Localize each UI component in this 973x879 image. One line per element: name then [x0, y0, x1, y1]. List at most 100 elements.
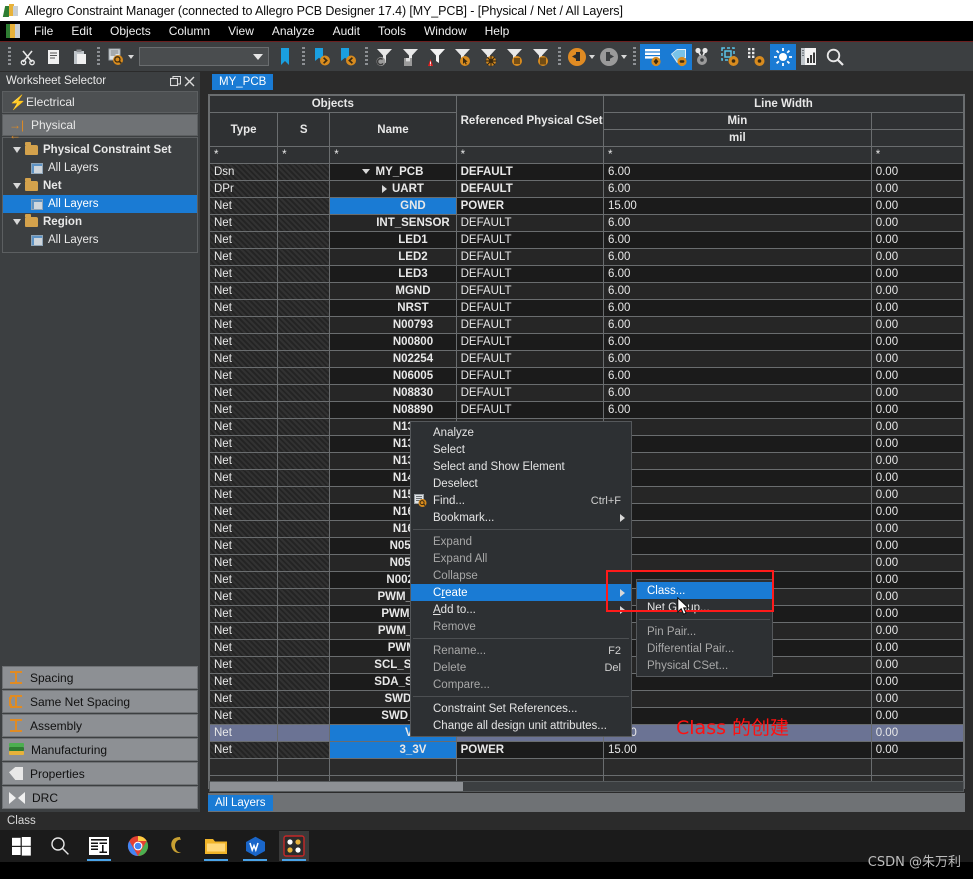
filter-type[interactable]: *	[209, 146, 279, 164]
category-same-net-spacing[interactable]: Same Net Spacing	[2, 690, 198, 713]
cell-s[interactable]	[277, 673, 331, 691]
header-min-extra[interactable]	[870, 112, 964, 130]
cell-name[interactable]: LED1	[329, 231, 457, 249]
table-row[interactable]: Net N06005 DEFAULT 6.00 0.00	[209, 367, 964, 385]
filter-save-icon[interactable]	[398, 44, 424, 70]
header-s[interactable]: S	[277, 112, 331, 147]
header-min[interactable]: Min	[603, 112, 872, 130]
cell-referenced-cset[interactable]: DEFAULT	[455, 299, 605, 317]
cell-line-width-extra[interactable]: 0.00	[870, 639, 964, 657]
table-row[interactable]: Net LED1 DEFAULT 6.00 0.00	[209, 231, 964, 249]
find-combo-input[interactable]	[139, 47, 269, 66]
chevron-down-icon[interactable]	[13, 147, 21, 153]
cell-type[interactable]: Net	[209, 554, 279, 572]
cell-referenced-cset[interactable]: DEFAULT	[455, 316, 605, 334]
cell-line-width-extra[interactable]: 0.00	[870, 197, 964, 215]
cell-line-width-extra[interactable]: 0.00	[870, 707, 964, 725]
cell-type[interactable]: Net	[209, 469, 279, 487]
cell-type[interactable]: Net	[209, 622, 279, 640]
ime-icon[interactable]	[84, 831, 114, 861]
cell-line-width-min[interactable]: 6.00	[603, 299, 872, 317]
folder-icon[interactable]	[201, 831, 231, 861]
cell-name[interactable]: NRST	[329, 299, 457, 317]
cell-line-width-extra[interactable]: 0.00	[870, 299, 964, 317]
cell-s[interactable]	[277, 350, 331, 368]
cell-empty[interactable]	[277, 758, 331, 776]
cell-type[interactable]: Net	[209, 265, 279, 283]
cell-s[interactable]	[277, 588, 331, 606]
cell-referenced-cset[interactable]: POWER	[455, 741, 605, 759]
cell-line-width-min[interactable]: 6.00	[603, 180, 872, 198]
toolbar-grip-4[interactable]	[365, 46, 368, 67]
submenu-item-net-group[interactable]: Net Group...	[637, 599, 772, 616]
menu-item-constraint-set-references[interactable]: Constraint Set References...	[411, 700, 631, 717]
menu-item-find[interactable]: Find... Ctrl+F	[411, 492, 631, 509]
filter-name[interactable]: *	[329, 146, 457, 164]
toolbar-grip-3[interactable]	[302, 46, 305, 67]
menu-window[interactable]: Window	[415, 22, 476, 40]
submenu-item-pin-pair[interactable]: Pin Pair...	[637, 623, 772, 640]
cut-icon[interactable]	[15, 44, 41, 70]
tree-item-pcs-all-layers[interactable]: All Layers	[3, 159, 197, 177]
cell-s[interactable]	[277, 265, 331, 283]
cell-name[interactable]: INT_SENSOR	[329, 214, 457, 232]
cell-type[interactable]: Net	[209, 741, 279, 759]
submenu-item-differential-pair[interactable]: Differential Pair...	[637, 640, 772, 657]
cell-empty[interactable]	[455, 758, 605, 776]
menu-item-select-and-show-element[interactable]: Select and Show Element	[411, 458, 631, 475]
cell-s[interactable]	[277, 163, 331, 181]
cell-referenced-cset[interactable]: DEFAULT	[455, 265, 605, 283]
table-row[interactable]: Net 3_3V POWER 15.00 0.00	[209, 741, 964, 759]
cell-referenced-cset[interactable]: DEFAULT	[455, 163, 605, 181]
cell-line-width-min[interactable]: 6.00	[603, 401, 872, 419]
filter-settings-icon[interactable]	[476, 44, 502, 70]
redo-icon[interactable]	[597, 44, 623, 70]
cell-referenced-cset[interactable]: DEFAULT	[455, 248, 605, 266]
cell-referenced-cset[interactable]: DEFAULT	[455, 231, 605, 249]
cell-line-width-extra[interactable]: 0.00	[870, 537, 964, 555]
cell-line-width-extra[interactable]: 0.00	[870, 571, 964, 589]
cell-line-width-extra[interactable]: 0.00	[870, 333, 964, 351]
menu-view[interactable]: View	[219, 22, 263, 40]
menu-file[interactable]: File	[25, 22, 62, 40]
table-row[interactable]: Net NRST DEFAULT 6.00 0.00	[209, 299, 964, 317]
cell-s[interactable]	[277, 520, 331, 538]
cell-line-width-extra[interactable]: 0.00	[870, 163, 964, 181]
cell-line-width-extra[interactable]: 0.00	[870, 435, 964, 453]
cell-s[interactable]	[277, 282, 331, 300]
menu-item-create[interactable]: Create	[411, 584, 631, 601]
cell-name[interactable]: N06005	[329, 367, 457, 385]
cell-s[interactable]	[277, 554, 331, 572]
cell-name[interactable]: N08890	[329, 401, 457, 419]
toolbar-grip-2[interactable]	[97, 46, 100, 67]
table-row[interactable]: Net LED3 DEFAULT 6.00 0.00	[209, 265, 964, 283]
cell-referenced-cset[interactable]: DEFAULT	[455, 367, 605, 385]
category-drc[interactable]: DRC	[2, 786, 198, 809]
cell-line-width-extra[interactable]: 0.00	[870, 622, 964, 640]
find-icon[interactable]	[104, 44, 130, 70]
menu-item-rename[interactable]: Rename... F2	[411, 642, 631, 659]
cell-s[interactable]	[277, 384, 331, 402]
cell-referenced-cset[interactable]: DEFAULT	[455, 350, 605, 368]
cell-line-width-min[interactable]: 6.00	[603, 248, 872, 266]
highlight-icon[interactable]	[770, 43, 796, 70]
cell-line-width-min[interactable]: 6.00	[603, 265, 872, 283]
cell-s[interactable]	[277, 707, 331, 725]
pins-icon[interactable]	[744, 44, 770, 70]
menu-item-compare[interactable]: Compare...	[411, 676, 631, 693]
cell-s[interactable]	[277, 367, 331, 385]
tab-my-pcb[interactable]: MY_PCB	[212, 74, 274, 90]
cell-type[interactable]: Net	[209, 282, 279, 300]
cell-name[interactable]: N02254	[329, 350, 457, 368]
header-objects[interactable]: Objects	[209, 95, 457, 113]
cell-s[interactable]	[277, 299, 331, 317]
category-physical[interactable]: →|← Physical	[2, 114, 198, 141]
cell-type[interactable]: Net	[209, 486, 279, 504]
tree-item-region-all-layers[interactable]: All Layers	[3, 231, 197, 249]
category-properties[interactable]: Properties	[2, 762, 198, 785]
cell-type[interactable]: DPr	[209, 180, 279, 198]
cell-s[interactable]	[277, 418, 331, 436]
tree-item-net-all-layers[interactable]: All Layers	[3, 195, 197, 213]
menu-audit[interactable]: Audit	[324, 22, 369, 40]
cell-referenced-cset[interactable]: DEFAULT	[455, 180, 605, 198]
